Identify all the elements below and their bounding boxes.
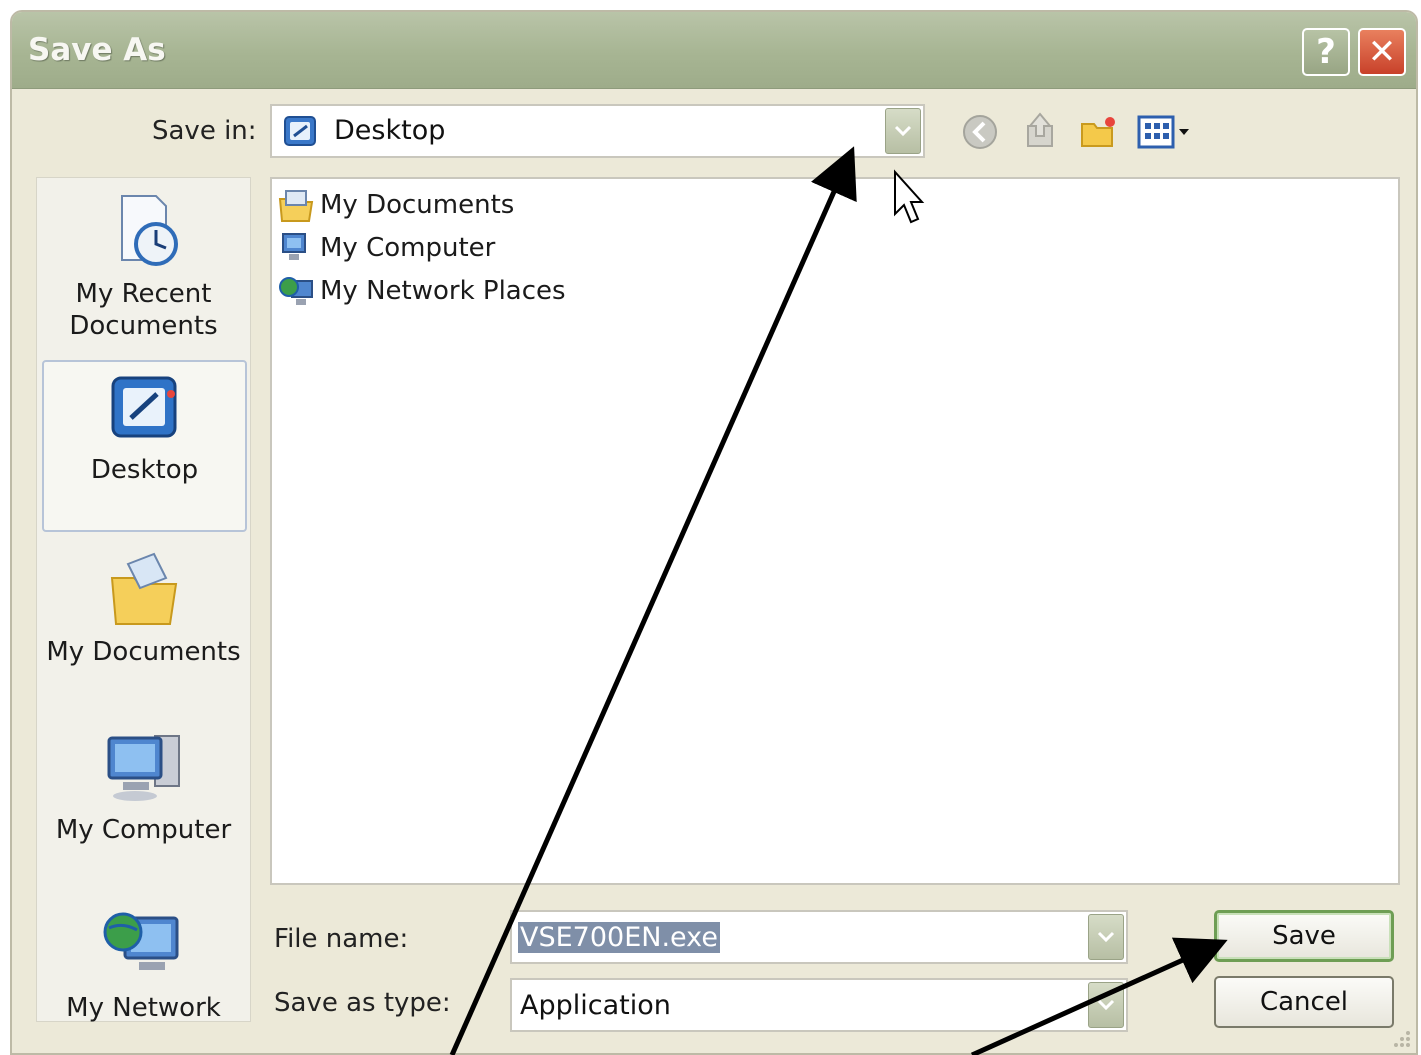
file-name-input[interactable]: VSE700EN.exe	[510, 910, 1128, 964]
save-in-dropdown-button[interactable]	[885, 108, 921, 154]
file-list[interactable]: My Documents My Computer My Network Plac…	[270, 177, 1400, 885]
my-documents-icon	[278, 190, 314, 222]
save-in-combo[interactable]: Desktop	[270, 104, 925, 158]
list-item[interactable]: My Documents	[278, 185, 514, 225]
list-item[interactable]: My Computer	[278, 228, 495, 268]
file-name-value: VSE700EN.exe	[518, 922, 720, 953]
save-in-label: Save in:	[152, 116, 257, 146]
new-folder-icon[interactable]	[1078, 112, 1120, 152]
chevron-down-icon	[1097, 931, 1115, 943]
title-bar[interactable]: Save As ? ✕	[12, 12, 1416, 89]
resize-grip-icon[interactable]	[1388, 1025, 1412, 1049]
list-item-label: My Documents	[320, 190, 515, 220]
chevron-down-icon	[1097, 999, 1115, 1011]
my-network-icon	[103, 912, 178, 970]
place-desktop[interactable]: Desktop	[42, 360, 247, 532]
my-network-places-icon	[279, 277, 313, 305]
up-folder-icon[interactable]	[1020, 110, 1062, 150]
place-my-network[interactable]: My Network	[37, 904, 250, 1024]
desktop-icon	[111, 376, 176, 438]
my-computer-icon	[107, 735, 180, 801]
views-menu-button[interactable]	[1136, 112, 1198, 152]
window-title: Save As	[28, 32, 166, 68]
places-bar: My Recent Documents Desktop My Documents	[36, 177, 251, 1024]
chevron-down-icon	[894, 125, 912, 137]
views-menu-icon	[1137, 115, 1189, 149]
help-button[interactable]: ?	[1302, 28, 1350, 76]
cancel-button[interactable]: Cancel	[1214, 976, 1394, 1028]
file-name-value-wrap: VSE700EN.exe	[518, 922, 720, 953]
place-label: My Documents	[46, 637, 241, 667]
place-label: My Recent	[75, 279, 212, 309]
save-as-type-value: Application	[520, 990, 671, 1021]
save-as-type-dropdown-button[interactable]	[1088, 982, 1124, 1028]
back-icon[interactable]	[960, 112, 1002, 152]
list-item-label: My Computer	[320, 233, 496, 263]
save-as-dialog: Save As ? ✕ Save in: Desktop My Recent D…	[10, 10, 1418, 1055]
my-documents-icon	[110, 552, 177, 625]
place-my-documents[interactable]: My Documents	[37, 548, 250, 668]
save-as-type-label: Save as type:	[274, 988, 451, 1018]
file-name-dropdown-button[interactable]	[1088, 914, 1124, 960]
place-label-line2: Documents	[69, 311, 218, 341]
place-my-computer[interactable]: My Computer	[37, 726, 250, 846]
place-label: My Network	[66, 993, 221, 1023]
place-label: My Computer	[55, 815, 232, 845]
place-my-recent-documents[interactable]: My Recent Documents	[37, 190, 250, 342]
my-computer-icon	[282, 233, 306, 260]
save-as-type-select[interactable]: Application	[510, 978, 1128, 1032]
place-label: Desktop	[90, 455, 199, 485]
file-name-label: File name:	[274, 924, 409, 954]
desktop-icon	[284, 116, 316, 146]
list-item-label: My Network Places	[320, 276, 566, 306]
close-button[interactable]: ✕	[1358, 28, 1406, 76]
list-item[interactable]: My Network Places	[278, 271, 566, 311]
save-button[interactable]: Save	[1214, 910, 1394, 962]
save-in-value: Desktop	[334, 115, 446, 146]
recent-documents-icon	[120, 195, 178, 266]
